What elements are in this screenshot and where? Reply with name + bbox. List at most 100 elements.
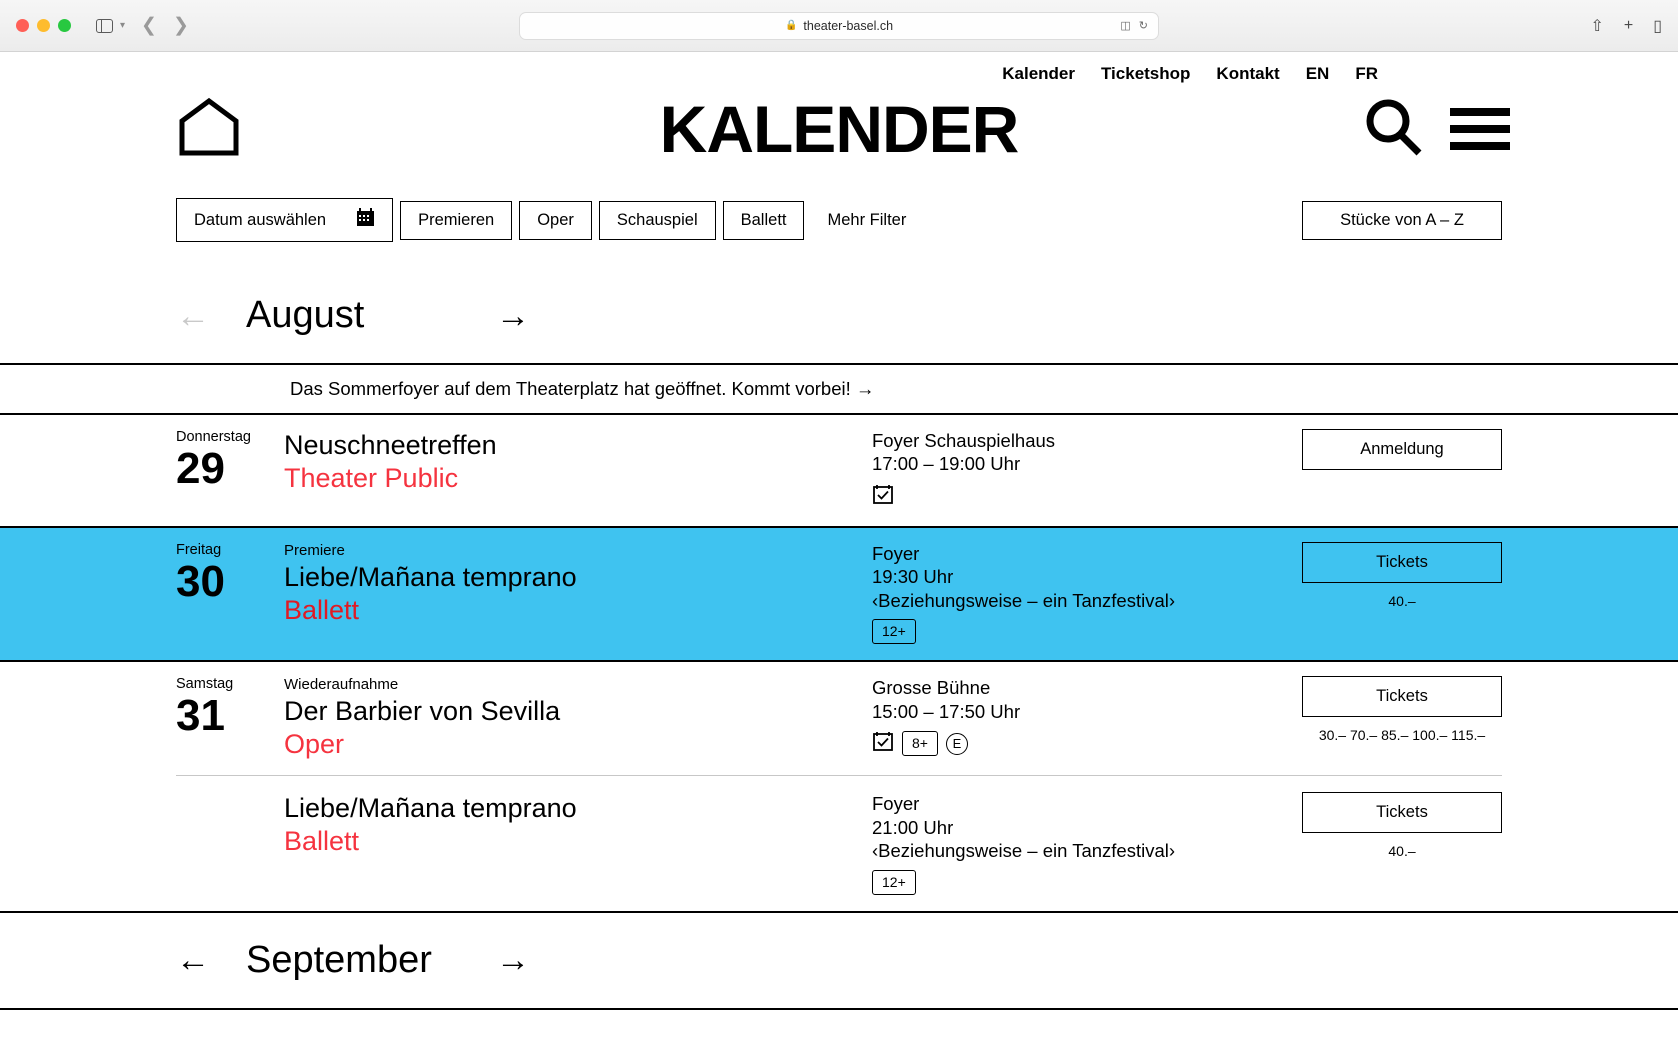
event-time: 17:00 – 19:00 Uhr: [872, 453, 1021, 475]
browser-forward-icon[interactable]: ❯: [173, 16, 189, 35]
search-icon[interactable]: [1362, 96, 1424, 163]
window-controls[interactable]: [16, 19, 71, 32]
home-icon[interactable]: [176, 97, 242, 162]
event-row[interactable]: Liebe/Mañana temprano Ballett Foyer 21:0…: [176, 775, 1502, 895]
event-date: Donnerstag 29: [176, 429, 284, 510]
event-venue: Foyer Schauspielhaus: [872, 430, 1056, 451]
event-main: Wiederaufnahme Der Barbier von Sevilla O…: [284, 676, 872, 761]
event-date: Freitag 30: [176, 542, 284, 644]
event-action: Tickets 40.–: [1302, 792, 1502, 894]
event-venue: Foyer: [872, 793, 920, 815]
page-title: KALENDER: [659, 92, 1020, 166]
sidebar-toggle-icon[interactable]: [93, 15, 115, 37]
age-badge: 8+: [902, 731, 938, 757]
event-action: Tickets 40.–: [1302, 541, 1502, 644]
event-weekday: Donnerstag: [176, 429, 251, 445]
hamburger-menu-icon[interactable]: [1450, 108, 1510, 150]
age-badge: 12+: [872, 869, 916, 895]
calendar-check-icon: [872, 730, 894, 757]
age-badge: 12+: [872, 619, 916, 645]
event-date: Samstag 31: [176, 676, 284, 761]
event-title[interactable]: Liebe/Mañana temprano: [284, 561, 872, 594]
nav-item-kalender[interactable]: Kalender: [1002, 64, 1075, 84]
event-info: Grosse Bühne 15:00 – 17:50 Uhr 8+ E: [872, 676, 1302, 761]
masthead: KALENDER: [0, 84, 1678, 170]
calendar-icon: [356, 208, 375, 232]
tickets-button[interactable]: Tickets: [1302, 792, 1502, 834]
event-info: Foyer Schauspielhaus 17:00 – 19:00 Uhr: [872, 429, 1302, 510]
date-picker-label: Datum auswählen: [194, 210, 327, 229]
minimize-window-button[interactable]: [37, 19, 50, 32]
event-action: Tickets 30.– 70.– 85.– 100.– 115.–: [1302, 676, 1502, 761]
event-action: Anmeldung: [1302, 429, 1502, 510]
filter-chip-oper[interactable]: Oper: [519, 200, 592, 240]
next-month-arrow[interactable]: →: [496, 299, 566, 333]
filter-bar: Datum auswählen Premieren Oper Schauspie…: [0, 170, 1678, 242]
nav-item-lang-en[interactable]: EN: [1306, 64, 1330, 84]
event-kicker: Wiederaufnahme: [284, 676, 399, 694]
browser-back-icon[interactable]: ❮: [141, 16, 157, 35]
new-tab-icon[interactable]: +: [1624, 17, 1633, 35]
tickets-button[interactable]: Tickets: [1302, 676, 1502, 718]
language-badge: E: [945, 732, 968, 755]
next-month-arrow[interactable]: →: [496, 943, 566, 977]
tickets-button[interactable]: Tickets: [1302, 541, 1502, 583]
date-picker-button[interactable]: Datum auswählen: [176, 198, 394, 242]
pieces-a-z-button[interactable]: Stücke von A – Z: [1302, 200, 1502, 240]
event-time: 15:00 – 17:50 Uhr: [872, 700, 1021, 722]
event-day-number: 29: [176, 444, 225, 493]
event-genre: Ballett: [284, 826, 360, 857]
event-info: Foyer 19:30 Uhr ‹Beziehungsweise – ein T…: [872, 542, 1302, 645]
event-price: 40.–: [1388, 843, 1416, 860]
nav-item-ticketshop[interactable]: Ticketshop: [1101, 64, 1190, 84]
address-bar[interactable]: 🔒 theater-basel.ch ◫ ↻: [519, 11, 1159, 40]
event-day-number: 31: [176, 691, 225, 741]
filter-chip-ballett[interactable]: Ballett: [722, 200, 805, 240]
browser-chrome: ▾ ❮ ❯ 🔒 theater-basel.ch ◫ ↻ ⇧ + ▯: [0, 0, 1678, 52]
event-info: Foyer 21:00 Uhr ‹Beziehungsweise – ein T…: [872, 792, 1302, 895]
event-title[interactable]: Der Barbier von Sevilla: [284, 695, 872, 728]
event-subtitle: ‹Beziehungsweise – ein Tanzfestival›: [872, 840, 1176, 862]
event-genre: Theater Public: [284, 462, 459, 493]
nav-item-lang-fr[interactable]: FR: [1355, 64, 1378, 84]
event-day-number: 30: [176, 556, 225, 606]
event-weekday: Freitag: [176, 541, 222, 558]
footer-month-navigation: ← September →: [0, 913, 1678, 1008]
maximize-window-button[interactable]: [58, 19, 71, 32]
event-genre: Ballett: [284, 594, 360, 625]
event-row[interactable]: Freitag 30 Premiere Liebe/Mañana tempran…: [0, 527, 1678, 663]
event-time: 21:00 Uhr: [872, 816, 954, 838]
more-filters-link[interactable]: Mehr Filter: [827, 211, 906, 230]
event-main: Liebe/Mañana temprano Ballett: [284, 792, 872, 894]
event-genre: Oper: [284, 729, 345, 760]
current-month-label: August: [246, 294, 365, 336]
url-text: theater-basel.ch: [803, 18, 894, 33]
filter-chip-premieren[interactable]: Premieren: [400, 200, 513, 240]
event-title[interactable]: Liebe/Mañana temprano: [284, 792, 872, 825]
event-badges: 12+: [872, 869, 1302, 895]
event-venue: Grosse Bühne: [872, 677, 991, 699]
nav-item-kontakt[interactable]: Kontakt: [1216, 64, 1279, 84]
tab-overview-icon[interactable]: ▯: [1653, 16, 1662, 36]
event-row[interactable]: Donnerstag 29 Neuschneetreffen Theater P…: [0, 415, 1678, 528]
reader-mode-icon[interactable]: ◫: [1120, 19, 1130, 32]
page-content: Kalender Ticketshop Kontakt EN FR KALEND…: [0, 52, 1678, 1048]
lock-icon: 🔒: [784, 20, 798, 31]
event-row[interactable]: Samstag 31 Wiederaufnahme Der Barbier vo…: [0, 662, 1678, 913]
event-title[interactable]: Neuschneetreffen: [284, 429, 872, 462]
previous-month-arrow[interactable]: ←: [176, 943, 246, 977]
share-icon[interactable]: ⇧: [1590, 16, 1603, 36]
previous-month-arrow[interactable]: ←: [176, 299, 246, 333]
announcement-banner[interactable]: Das Sommerfoyer auf dem Theaterplatz hat…: [0, 365, 1678, 415]
event-main: Neuschneetreffen Theater Public: [284, 429, 872, 510]
event-subtitle: ‹Beziehungsweise – ein Tanzfestival›: [872, 589, 1176, 611]
registration-button[interactable]: Anmeldung: [1302, 429, 1502, 470]
event-price: 30.– 70.– 85.– 100.– 115.–: [1318, 727, 1486, 744]
close-window-button[interactable]: [16, 19, 29, 32]
reload-icon[interactable]: ↻: [1139, 19, 1148, 32]
filter-chip-schauspiel[interactable]: Schauspiel: [598, 200, 716, 240]
chevron-down-icon[interactable]: ▾: [120, 20, 125, 31]
event-kicker: Premiere: [284, 541, 345, 559]
event-time: 19:30 Uhr: [872, 566, 954, 588]
date-spacer: [176, 792, 284, 894]
